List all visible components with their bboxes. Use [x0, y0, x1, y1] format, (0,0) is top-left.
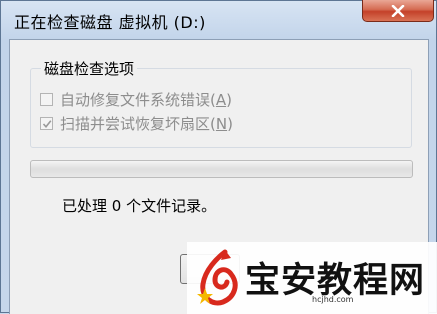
status-text: 已处理 0 个文件记录。	[62, 197, 217, 215]
close-button[interactable]	[362, 0, 434, 22]
disk-check-options-group: 磁盘检查选项 自动修复文件系统错误(A) 扫描并尝试恢复坏扇区(N)	[30, 58, 412, 148]
watermark: 宝安教程网 hcjhd.com	[187, 242, 437, 314]
group-legend: 磁盘检查选项	[41, 58, 138, 79]
auto-fix-accelerator: A	[215, 90, 227, 109]
auto-fix-checkbox	[40, 93, 53, 106]
auto-fix-label: 自动修复文件系统错误	[60, 91, 211, 109]
scan-recover-accelerator: N	[215, 114, 228, 133]
close-icon	[391, 4, 405, 17]
title-bar[interactable]: 正在检查磁盘 虚拟机 (D:)	[1, 0, 436, 39]
scan-recover-label: 扫描并尝试恢复坏扇区	[60, 115, 211, 133]
watermark-logo-icon	[197, 249, 238, 306]
scan-recover-checkbox	[40, 117, 53, 130]
auto-fix-option: 自动修复文件系统错误(A)	[40, 89, 232, 110]
watermark-url: hcjhd.com	[312, 295, 354, 304]
checkmark-icon	[42, 119, 51, 128]
window-title: 正在检查磁盘 虚拟机 (D:)	[14, 13, 206, 32]
progress-bar	[30, 160, 413, 178]
scan-recover-option: 扫描并尝试恢复坏扇区(N)	[40, 113, 233, 134]
dialog-window: 正在检查磁盘 虚拟机 (D:) 磁盘检查选项 自动修复文件系统错误(A) 扫描并…	[0, 0, 437, 314]
